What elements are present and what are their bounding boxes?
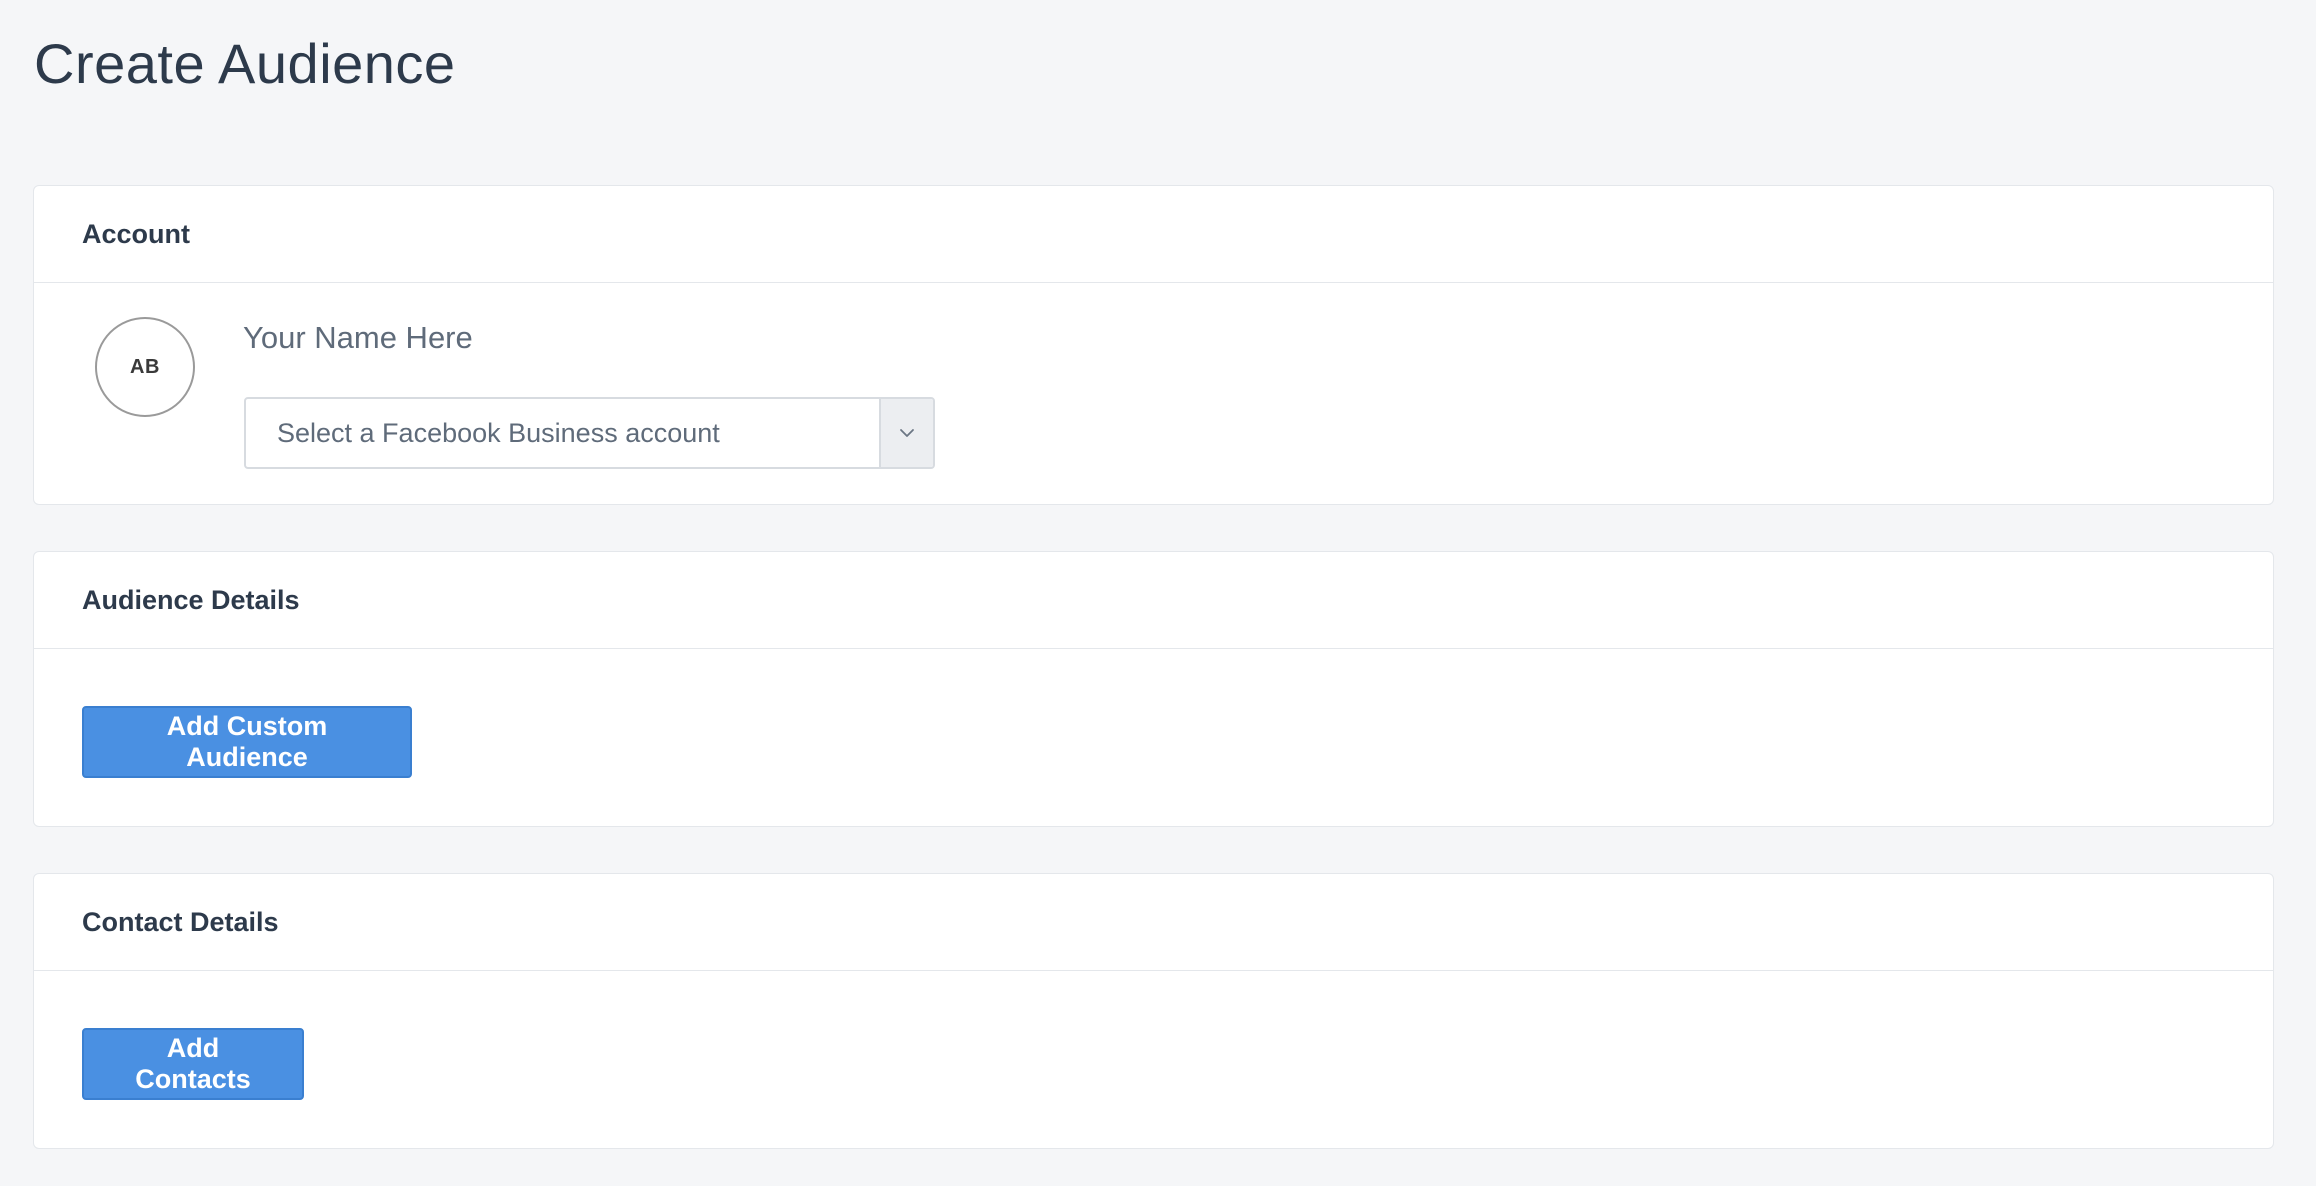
business-account-select-value: Select a Facebook Business account xyxy=(277,417,720,448)
audience-details-card: Audience Details Add Custom Audience xyxy=(33,551,2274,827)
profile-name: Your Name Here xyxy=(243,320,473,355)
add-custom-audience-button[interactable]: Add Custom Audience xyxy=(82,706,412,778)
audience-details-card-header: Audience Details xyxy=(34,552,2273,649)
account-card-title: Account xyxy=(82,218,190,249)
contact-details-card-header: Contact Details xyxy=(34,874,2273,971)
select-dropdown-toggle[interactable] xyxy=(879,399,933,467)
chevron-down-icon xyxy=(900,429,914,437)
audience-details-card-title: Audience Details xyxy=(82,584,300,615)
add-contacts-button[interactable]: Add Contacts xyxy=(82,1028,304,1100)
avatar: AB xyxy=(95,317,195,417)
contact-details-card-title: Contact Details xyxy=(82,906,279,937)
page-title: Create Audience xyxy=(34,32,456,95)
contact-details-card: Contact Details Add Contacts xyxy=(33,873,2274,1149)
account-card: Account AB Your Name Here Select a Faceb… xyxy=(33,185,2274,505)
account-card-header: Account xyxy=(34,186,2273,283)
business-account-select[interactable]: Select a Facebook Business account xyxy=(244,397,935,469)
